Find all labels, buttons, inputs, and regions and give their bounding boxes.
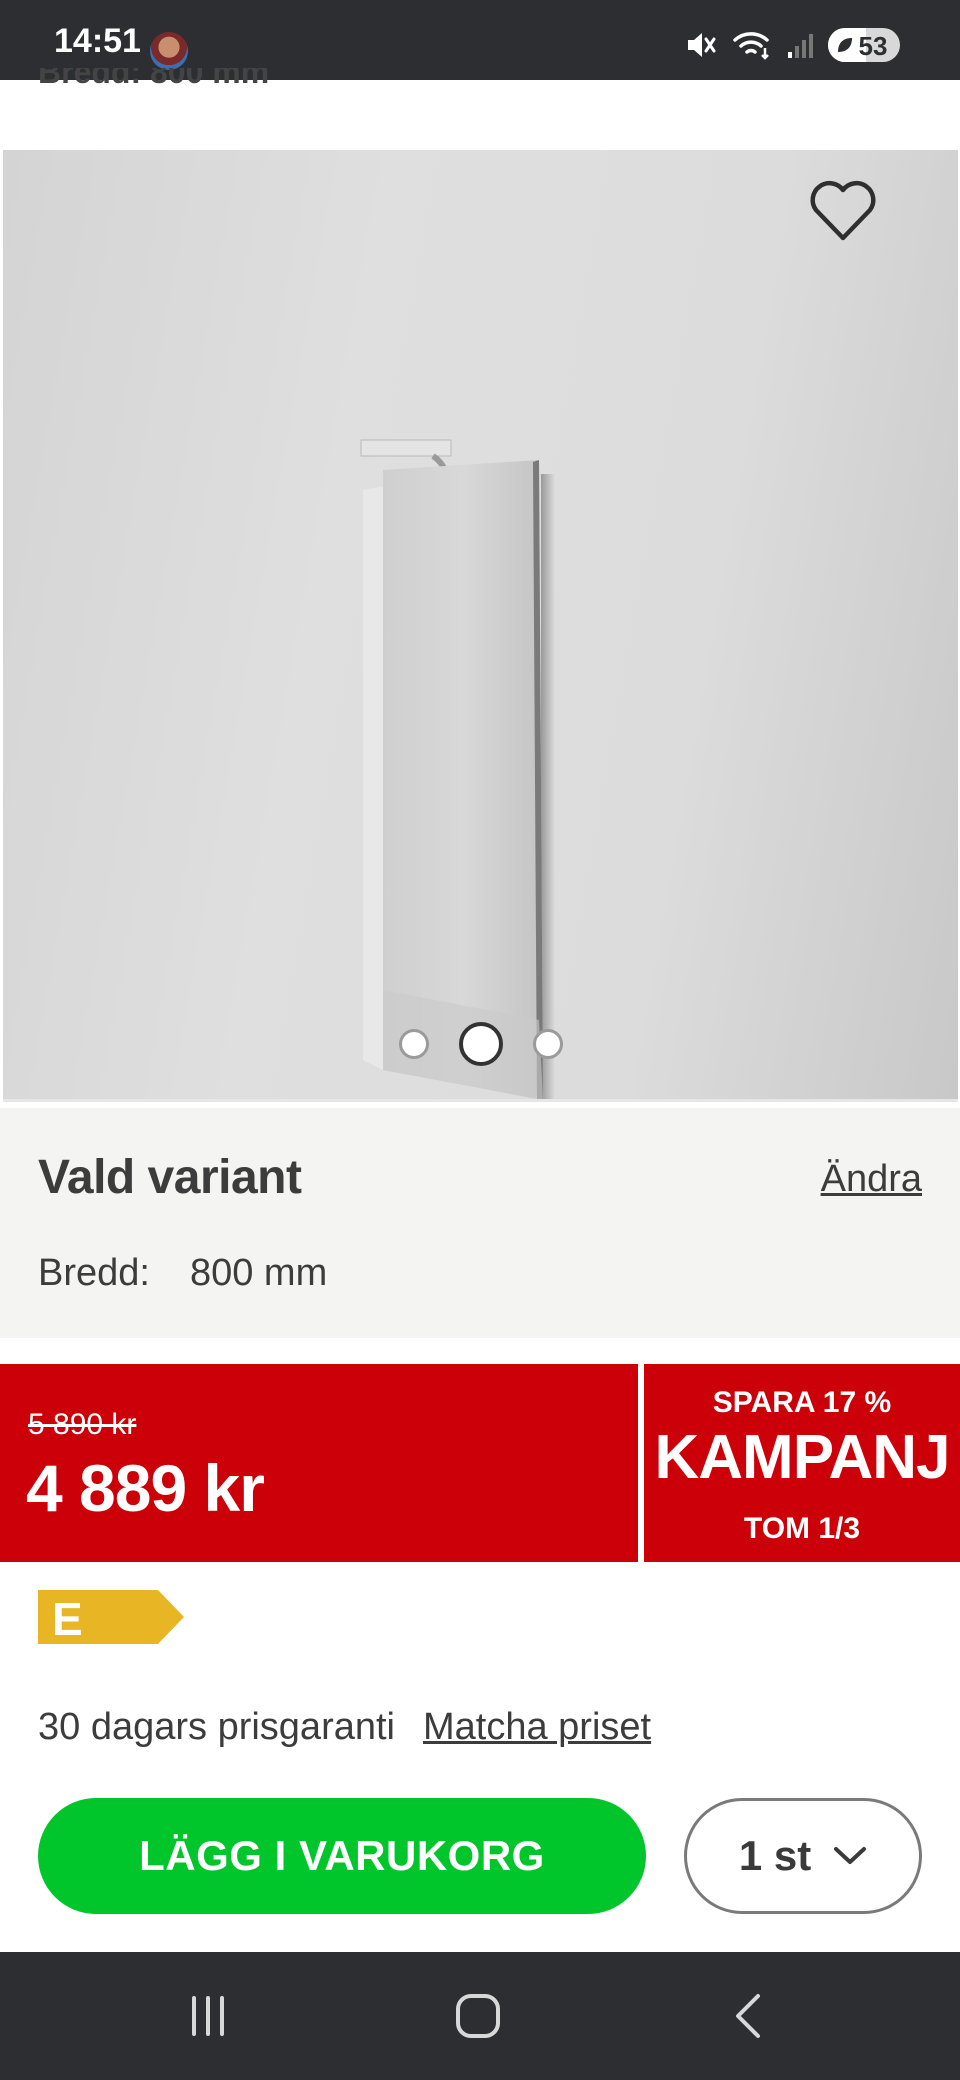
- price-panel: 5 890 kr 4 889 kr: [0, 1364, 638, 1562]
- gallery-dot-3[interactable]: [532, 1029, 563, 1059]
- recent-apps-button[interactable]: [168, 1984, 248, 2048]
- recent-apps-icon: [192, 1996, 224, 2036]
- gallery-dot-1[interactable]: [398, 1029, 429, 1059]
- header-variant-text: Bredd: 800 mm: [38, 68, 438, 100]
- variant-attribute-label: Bredd:: [38, 1252, 150, 1294]
- energy-label[interactable]: E: [38, 1590, 184, 1645]
- notification-avatar-icon: [150, 32, 188, 70]
- campaign-label: KAMPANJ: [654, 1423, 951, 1492]
- product-image-gallery[interactable]: [3, 150, 958, 1102]
- change-variant-link[interactable]: Ändra: [821, 1158, 922, 1201]
- price-guarantee-text: 30 dagars prisgaranti: [38, 1706, 395, 1748]
- back-icon: [736, 1994, 760, 2038]
- old-price: 5 890 kr: [28, 1408, 137, 1441]
- back-button[interactable]: [708, 1984, 788, 2048]
- battery-level: 53: [858, 31, 888, 61]
- navigation-bar: [0, 1952, 960, 2080]
- home-icon: [456, 1994, 500, 2038]
- price-block: 5 890 kr 4 889 kr SPARA 17 % KAMPANJ TOM…: [0, 1364, 960, 1562]
- current-price: 4 889 kr: [26, 1451, 265, 1525]
- save-percentage: SPARA 17 %: [712, 1386, 892, 1419]
- gallery-dot-2[interactable]: [458, 1022, 503, 1066]
- mute-icon: [684, 28, 718, 62]
- gallery-pagination: [3, 1022, 958, 1066]
- price-guarantee: 30 dagars prisgaranti Matcha priset: [38, 1706, 651, 1749]
- quantity-select[interactable]: 1 st: [684, 1798, 922, 1914]
- quantity-label: 1 st: [738, 1832, 812, 1879]
- variant-attribute-row: Bredd: 800 mm: [38, 1252, 327, 1295]
- wifi-icon: [732, 28, 772, 62]
- battery-icon: 53: [828, 28, 900, 62]
- chevron-down-icon: [834, 1847, 867, 1864]
- status-icons: 53: [684, 28, 900, 62]
- signal-icon: [786, 28, 814, 62]
- campaign-badge: SPARA 17 % KAMPANJ TOM 1/3: [644, 1364, 960, 1562]
- heart-outline-icon: [810, 180, 876, 241]
- match-price-link[interactable]: Matcha priset: [423, 1706, 651, 1749]
- header-variant-label: Bredd: 800 mm: [38, 68, 270, 90]
- variant-attribute-value: 800 mm: [189, 1252, 328, 1294]
- favorite-button[interactable]: [808, 178, 878, 244]
- campaign-valid-until: TOM 1/3: [743, 1512, 861, 1545]
- status-time: 14:51: [54, 22, 141, 60]
- add-to-cart-button[interactable]: LÄGG I VARUKORG: [38, 1798, 646, 1914]
- product-image: [343, 290, 583, 1099]
- home-button[interactable]: [438, 1984, 518, 2048]
- energy-class: E: [52, 1593, 83, 1645]
- variant-title: Vald variant: [38, 1151, 302, 1204]
- selected-variant-panel: Vald variant Ändra Bredd: 800 mm: [0, 1108, 960, 1338]
